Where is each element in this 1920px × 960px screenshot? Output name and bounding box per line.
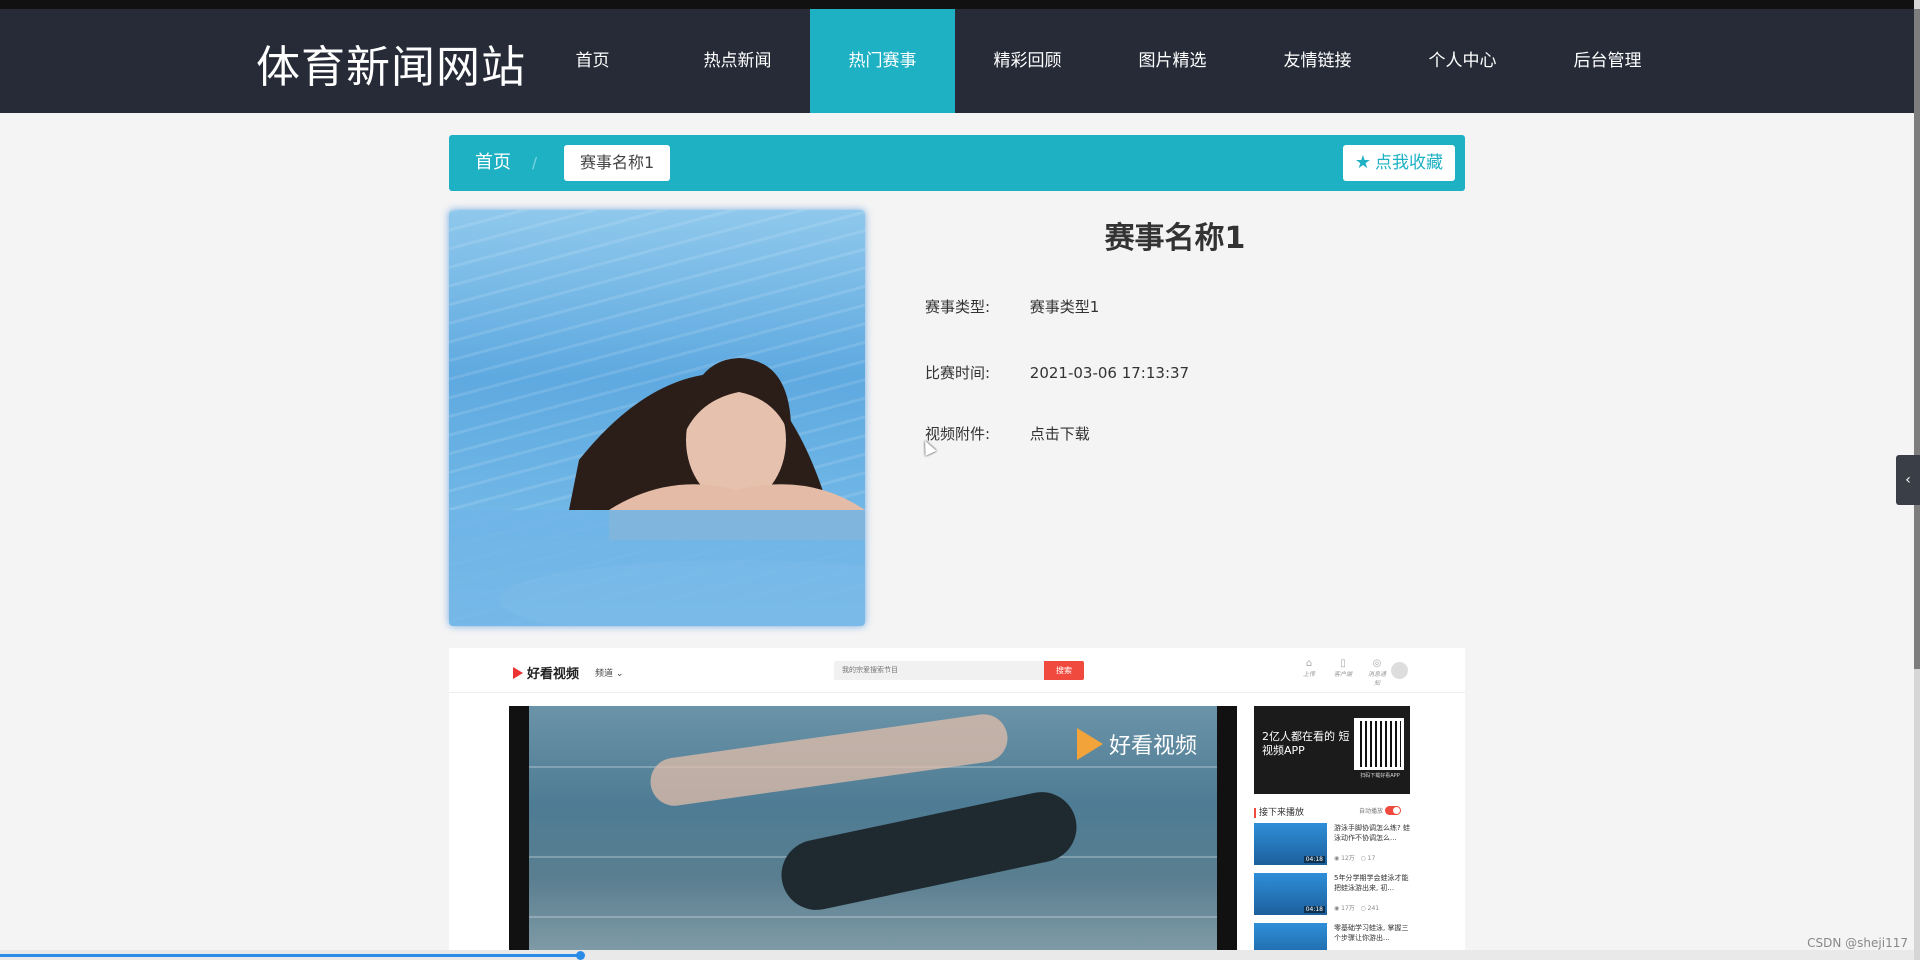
site-header: 体育新闻网站 首页 热点新闻 热门赛事 精彩回顾 图片精选 友情链接 个人中心 … xyxy=(0,9,1914,113)
csdn-watermark: CSDN @sheji117 xyxy=(1807,936,1908,950)
swimmer-image xyxy=(449,358,865,626)
main-nav: 首页 热点新闻 热门赛事 精彩回顾 图片精选 友情链接 个人中心 后台管理 xyxy=(520,9,1680,113)
ad-text: 2亿人都在看的 短视频APP xyxy=(1262,730,1350,757)
nav-item-home[interactable]: 首页 xyxy=(520,9,665,113)
breadcrumb: 首页 / 赛事名称1 ★ 点我收藏 xyxy=(449,135,1465,191)
video-meta: ◉ 12万 ○ 17 xyxy=(1334,855,1376,862)
side-collapse-tab[interactable]: ‹ xyxy=(1896,455,1920,505)
event-type-value: 赛事类型1 xyxy=(1029,298,1100,316)
video-watermark: 好看视频 xyxy=(1076,728,1197,760)
embedded-video-page: 好看视频 频道 ⌄ 搜索 ⌂上传 ▯客户端 ◎消息通知 好看视频 2亿人都在看的… xyxy=(449,648,1465,950)
qr-code-icon xyxy=(1354,718,1404,770)
breadcrumb-current: 赛事名称1 xyxy=(564,145,671,181)
load-progress-bar xyxy=(0,954,580,957)
pool-lane-line xyxy=(529,916,1217,918)
page-scrollbar-thumb[interactable] xyxy=(1914,9,1920,669)
nav-item-links[interactable]: 友情链接 xyxy=(1245,9,1390,113)
video-title: 5年分学期学会蛙泳才能把蛙泳游出来, 初... xyxy=(1334,874,1409,892)
nav-item-pictures[interactable]: 图片精选 xyxy=(1100,9,1245,113)
event-video-row: 视频附件: 点击下载 xyxy=(925,423,1090,444)
breadcrumb-separator: / xyxy=(532,154,538,172)
list-item[interactable]: 04:18 游泳手脚协调怎么练? 蛙泳动作不协调怎么... ◉ 12万 ○ 17 xyxy=(1254,823,1410,867)
app-ad-banner[interactable]: 2亿人都在看的 短视频APP 扫码下载好看APP xyxy=(1254,706,1410,794)
avatar[interactable] xyxy=(1391,662,1408,679)
video-frame: 好看视频 xyxy=(529,706,1217,950)
notification-icon[interactable]: ◎ 消息通知 xyxy=(1367,658,1387,687)
window-top-edge xyxy=(0,0,1920,9)
video-player[interactable]: 好看视频 xyxy=(509,706,1237,950)
embed-header: 好看视频 频道 ⌄ 搜索 ⌂上传 ▯客户端 ◎消息通知 xyxy=(449,648,1465,693)
list-item[interactable]: 04:18 5年分学期学会蛙泳才能把蛙泳游出来, 初... ◉ 17万 ○ 24… xyxy=(1254,873,1410,917)
embed-top-icons: ⌂ 上传 ▯ 客户端 ◎ 消息通知 xyxy=(1299,658,1387,687)
video-thumbnail: 04:18 xyxy=(1254,823,1327,865)
video-title: 零基础学习蛙泳, 掌握三个步骤让你游出... xyxy=(1334,924,1409,942)
progress-handle[interactable] xyxy=(576,951,585,960)
event-photo xyxy=(449,210,865,626)
nav-item-highlights[interactable]: 精彩回顾 xyxy=(955,9,1100,113)
chevron-down-icon: ⌄ xyxy=(615,669,624,679)
chevron-left-icon: ‹ xyxy=(1905,472,1911,488)
toggle-switch-icon xyxy=(1385,806,1402,815)
nav-item-hot-news[interactable]: 热点新闻 xyxy=(665,9,810,113)
video-title: 游泳手脚协调怎么练? 蛙泳动作不协调怎么... xyxy=(1334,824,1410,842)
nav-item-hot-events[interactable]: 热门赛事 xyxy=(810,9,955,113)
event-time-row: 比赛时间: 2021-03-06 17:13:37 xyxy=(925,362,1189,383)
favorite-button[interactable]: ★ 点我收藏 xyxy=(1342,145,1455,181)
event-type-label: 赛事类型: xyxy=(925,298,991,316)
swimmer-figure xyxy=(647,711,1011,809)
event-title: 赛事名称1 xyxy=(1104,221,1246,256)
favorite-button-label: 点我收藏 xyxy=(1375,153,1443,173)
embed-search-input[interactable] xyxy=(834,661,1044,680)
video-meta: ◉ 17万 ○ 241 xyxy=(1334,905,1380,912)
haokan-logo[interactable]: 好看视频 xyxy=(513,663,579,682)
embed-category-dropdown[interactable]: 频道 ⌄ xyxy=(595,666,623,679)
video-thumbnail: 04:18 xyxy=(1254,873,1327,915)
embed-search-button[interactable]: 搜索 xyxy=(1044,661,1084,680)
nav-item-admin[interactable]: 后台管理 xyxy=(1535,9,1680,113)
swimmer-suit xyxy=(775,785,1083,917)
play-logo-icon xyxy=(1076,728,1103,760)
event-time-label: 比赛时间: xyxy=(925,364,991,382)
upload-icon[interactable]: ⌂ 上传 xyxy=(1299,658,1319,687)
star-icon: ★ xyxy=(1354,152,1371,173)
breadcrumb-home-link[interactable]: 首页 xyxy=(475,135,511,191)
video-download-link[interactable]: 点击下载 xyxy=(1030,423,1090,444)
video-thumbnail xyxy=(1254,923,1327,950)
haokan-logo-text: 好看视频 xyxy=(527,667,580,682)
list-item[interactable]: 零基础学习蛙泳, 掌握三个步骤让你游出... xyxy=(1254,923,1410,950)
event-video-label: 视频附件: xyxy=(925,425,991,443)
play-logo-icon xyxy=(513,666,523,679)
event-type-row: 赛事类型: 赛事类型1 xyxy=(925,296,1099,317)
autoplay-toggle[interactable]: 自动播放 xyxy=(1359,806,1402,815)
event-time-value: 2021-03-06 17:13:37 xyxy=(1029,364,1190,382)
ad-caption: 扫码下载好看APP xyxy=(1360,773,1400,779)
site-logo[interactable]: 体育新闻网站 xyxy=(256,31,526,95)
nav-item-profile[interactable]: 个人中心 xyxy=(1390,9,1535,113)
client-icon[interactable]: ▯ 客户端 xyxy=(1333,658,1353,687)
